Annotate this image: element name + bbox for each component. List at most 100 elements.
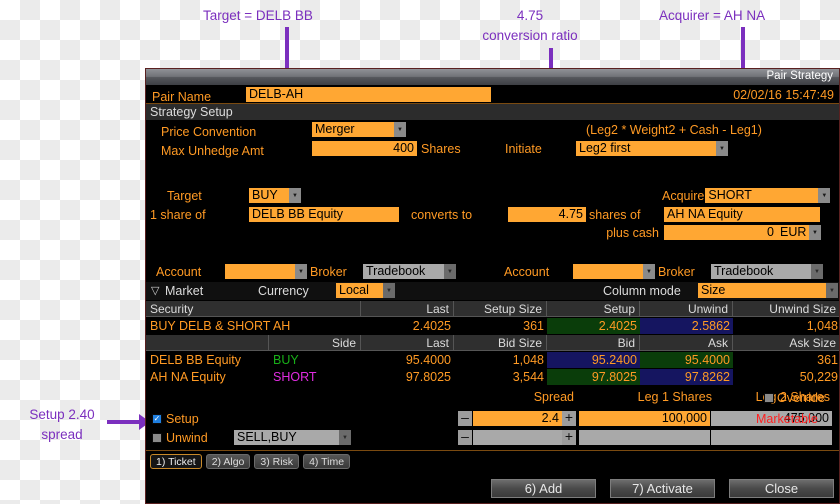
cash-amount-input[interactable]: 0	[664, 225, 777, 240]
chevron-down-icon[interactable]: ▼	[716, 141, 728, 156]
chevron-down-icon[interactable]: ▼	[383, 283, 395, 298]
acquire-side-value[interactable]: SHORT	[705, 188, 819, 203]
initiate-dropdown[interactable]: Leg2 first ▼	[576, 141, 728, 156]
target-security-input[interactable]: DELB BB Equity	[249, 207, 399, 222]
market-expand-icon[interactable]: ▽	[151, 284, 159, 297]
chevron-down-icon[interactable]: ▼	[444, 264, 456, 279]
override-checkbox-row[interactable]: Override	[764, 391, 825, 405]
chevron-down-icon[interactable]: ▼	[826, 283, 838, 298]
annotation-acquirer: Acquirer = AH NA	[659, 6, 765, 26]
target-side-dropdown[interactable]: BUY ▼	[249, 188, 301, 203]
pair-col-unwind-size: Unwind Size	[733, 301, 839, 317]
pair-cell-unwind: 2.5862	[640, 318, 733, 334]
pair-col-setup: Setup	[547, 301, 640, 317]
setup-checkbox[interactable]: ✓	[152, 414, 162, 424]
currency-value[interactable]: Local	[336, 283, 383, 298]
annotation-ratio-value: 4.75	[516, 8, 544, 23]
leg1-ask-size: 361	[817, 353, 838, 367]
setup-checkbox-row[interactable]: ✓ Setup	[152, 412, 199, 426]
leg2-account-dropdown[interactable]: ▼	[573, 264, 655, 279]
setup-spread-increment-button[interactable]: +	[562, 410, 576, 426]
pair-cell-unwind-size: 1,048	[806, 319, 838, 333]
max-unhedge-input[interactable]: 400	[312, 141, 417, 156]
unwind-leg2-shares-input[interactable]	[711, 430, 832, 445]
max-unhedge-label: Max Unhedge Amt	[161, 144, 264, 158]
annotation-target: Target = DELB BB	[203, 6, 313, 26]
converts-to-label: converts to	[411, 208, 473, 222]
acquire-security-input[interactable]: AH NA Equity	[664, 207, 820, 222]
cash-currency-value[interactable]: EUR	[777, 225, 809, 240]
column-mode-dropdown[interactable]: Size ▼	[698, 283, 838, 298]
chevron-down-icon[interactable]: ▼	[809, 225, 821, 240]
target-side-value[interactable]: BUY	[249, 188, 289, 203]
leg2-account-input[interactable]	[573, 264, 643, 279]
tab-ticket[interactable]: 1) Ticket	[150, 454, 202, 469]
leg1-bid-size: 1,048	[512, 353, 544, 367]
unwind-side-dropdown[interactable]: SELL,BUY ▼	[234, 430, 351, 445]
chevron-down-icon[interactable]: ▼	[818, 188, 831, 203]
setup-status-badge: Marketable	[756, 412, 818, 426]
leg1-broker-dropdown[interactable]: Tradebook ▼	[363, 264, 456, 279]
chevron-down-icon[interactable]: ▼	[811, 264, 823, 279]
leg1-account-input[interactable]	[225, 264, 295, 279]
pair-strategy-window: Pair Strategy Pair Name DELB-AH 02/02/16…	[145, 68, 840, 504]
table-row[interactable]: BUY DELB & SHORT AH	[146, 318, 361, 334]
pair-cell-last: 2.4025	[412, 319, 451, 333]
leg1-broker-label: Broker	[310, 265, 347, 279]
unwind-checkbox[interactable]	[152, 433, 162, 443]
setup-spread-decrement-button[interactable]: –	[458, 410, 472, 426]
table-row[interactable]: DELB BB Equity	[146, 352, 269, 368]
pair-name-input[interactable]: DELB-AH	[246, 87, 491, 102]
leg2-broker-value[interactable]: Tradebook	[711, 264, 811, 279]
price-convention-value[interactable]: Merger	[312, 122, 394, 137]
unwind-spread-input[interactable]	[473, 430, 562, 445]
currency-label: Currency	[258, 284, 309, 298]
chevron-down-icon[interactable]: ▼	[643, 264, 655, 279]
unwind-spread-increment-button[interactable]: +	[562, 429, 576, 445]
leg1-bid: 95.2400	[547, 352, 640, 368]
annotation-ratio: 4.75 conversion ratio	[472, 6, 588, 45]
annotation-spread: Setup 2.40 spread	[6, 405, 118, 444]
close-button[interactable]: Close	[729, 479, 834, 498]
leg1-account-dropdown[interactable]: ▼	[225, 264, 307, 279]
activate-button[interactable]: 7) Activate	[610, 479, 715, 498]
override-checkbox[interactable]	[764, 393, 774, 403]
setup-spread-input[interactable]: 2.4	[473, 411, 562, 426]
leg1-broker-value[interactable]: Tradebook	[363, 264, 444, 279]
chevron-down-icon[interactable]: ▼	[339, 430, 351, 445]
tab-algo[interactable]: 2) Algo	[205, 454, 251, 469]
chevron-down-icon[interactable]: ▼	[394, 122, 406, 137]
unwind-side-value[interactable]: SELL,BUY	[234, 430, 339, 445]
tab-risk[interactable]: 3) Risk	[254, 454, 300, 469]
initiate-value[interactable]: Leg2 first	[576, 141, 716, 156]
window-titlebar: Pair Strategy	[146, 69, 839, 85]
window-title: Pair Strategy	[766, 70, 833, 82]
annotation-spread-line	[107, 420, 141, 424]
tab-time[interactable]: 4) Time	[303, 454, 351, 469]
unwind-leg1-shares-input[interactable]	[579, 430, 710, 445]
price-convention-dropdown[interactable]: Merger ▼	[312, 122, 406, 137]
conversion-ratio-input[interactable]: 4.75	[508, 207, 586, 222]
chevron-down-icon[interactable]: ▼	[295, 264, 307, 279]
price-convention-label: Price Convention	[161, 125, 257, 139]
table-row[interactable]: AH NA Equity	[146, 369, 269, 385]
leg2-broker-dropdown[interactable]: Tradebook ▼	[711, 264, 823, 279]
cash-row: 0 EUR ▼	[664, 225, 821, 240]
leg-col-ask: Ask	[640, 335, 733, 351]
currency-dropdown[interactable]: Local ▼	[336, 283, 395, 298]
max-unhedge-units: Shares	[421, 142, 461, 156]
unwind-spread-decrement-button[interactable]: –	[458, 429, 472, 445]
unwind-checkbox-row[interactable]: Unwind	[152, 431, 208, 445]
leg1-last: 95.4000	[405, 353, 451, 367]
order-header-spread: Spread	[533, 390, 574, 404]
divider-footer	[146, 450, 839, 451]
pair-col-setup-size: Setup Size	[454, 301, 547, 317]
setup-leg1-shares-input[interactable]: 100,000	[579, 411, 710, 426]
section-header-strategy-setup: Strategy Setup	[146, 104, 839, 120]
add-button[interactable]: 6) Add	[491, 479, 596, 498]
column-mode-value[interactable]: Size	[698, 283, 826, 298]
price-convention-formula: (Leg2 * Weight2 + Cash - Leg1)	[586, 123, 762, 137]
leg2-last: 97.8025	[405, 370, 451, 384]
chevron-down-icon[interactable]: ▼	[289, 188, 301, 203]
leg2-side: SHORT	[273, 370, 317, 384]
